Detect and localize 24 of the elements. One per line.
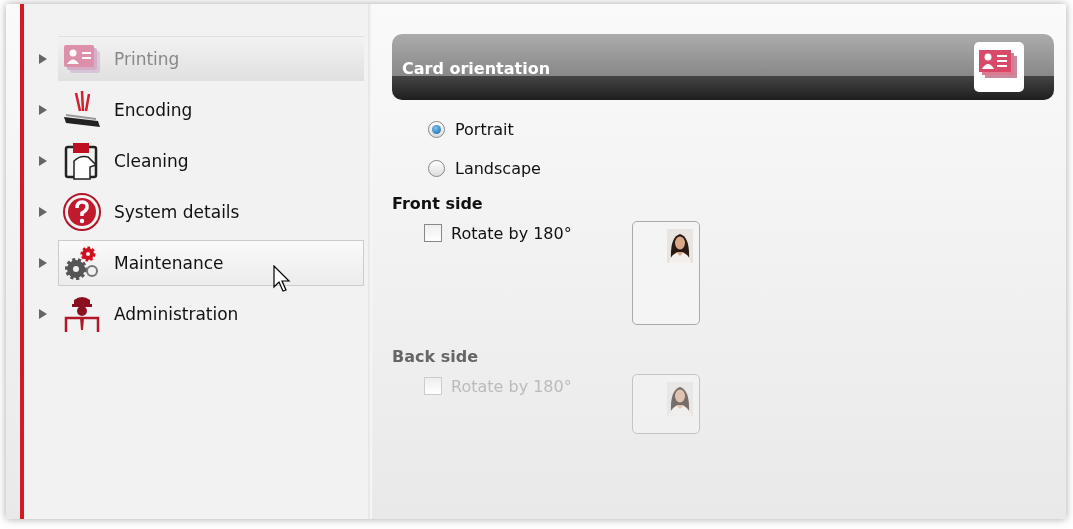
section-label: Back side (392, 347, 478, 366)
radio-option[interactable]: Portrait (428, 120, 514, 139)
rotate-checkbox[interactable]: Rotate by 180° (424, 221, 572, 245)
mouse-pointer-icon (273, 265, 291, 293)
sidebar-item[interactable]: Administration (38, 291, 364, 337)
radio-option[interactable]: Landscape (428, 159, 541, 178)
radio-button[interactable] (428, 160, 445, 177)
sidebar-item[interactable]: Cleaning (38, 138, 364, 184)
id-card-icon (974, 42, 1024, 92)
expand-arrow-icon[interactable] (39, 54, 47, 64)
card-reader-icon (62, 91, 102, 129)
help-icon (62, 192, 102, 232)
radio-button[interactable] (428, 121, 445, 138)
sidebar-item[interactable]: Encoding (38, 87, 364, 133)
expand-arrow-icon[interactable] (39, 309, 47, 319)
expand-arrow-icon[interactable] (39, 207, 47, 217)
sidebar-item[interactable]: System details (38, 189, 364, 235)
id-card-icon (62, 42, 102, 76)
administrator-icon (62, 294, 102, 334)
section-title: Card orientation (402, 58, 551, 78)
expand-arrow-icon[interactable] (39, 156, 47, 166)
section-label: Front side (392, 194, 483, 213)
expand-arrow-icon[interactable] (39, 105, 47, 115)
expand-arrow-icon[interactable] (39, 258, 47, 268)
